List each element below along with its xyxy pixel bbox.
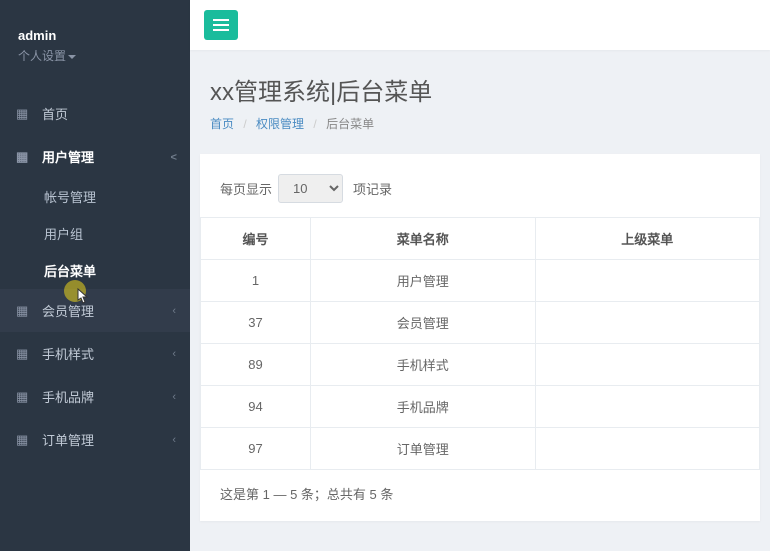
grid-icon: ▦	[16, 106, 32, 122]
topbar	[190, 0, 770, 50]
grid-icon: ▦	[16, 432, 32, 448]
table-info: 这是第 1 — 5 条；总共有 5 条	[200, 470, 760, 503]
sidebar-item-phone-style[interactable]: ▦ 手机样式 ‹	[0, 332, 190, 375]
cell-id: 97	[201, 428, 311, 470]
breadcrumb-sep: /	[243, 117, 246, 131]
sidebar-item-user-mgmt[interactable]: ▦ 用户管理 ˅	[0, 135, 190, 178]
page-length-select[interactable]: 10	[278, 174, 343, 203]
sidebar-item-label: 首页	[42, 104, 68, 123]
table-row[interactable]: 89手机样式	[201, 344, 760, 386]
hamburger-icon	[213, 24, 229, 26]
col-name[interactable]: 菜单名称	[311, 218, 536, 260]
chevron-left-icon: ‹	[172, 391, 176, 403]
chevron-down-icon: ˅	[167, 153, 179, 159]
breadcrumb-sep: /	[313, 117, 316, 131]
chevron-left-icon: ‹	[172, 348, 176, 360]
sidebar-item-label: 订单管理	[42, 430, 94, 449]
user-block: admin 个人设置	[0, 0, 190, 74]
grid-icon: ▦	[16, 346, 32, 362]
cell-id: 1	[201, 260, 311, 302]
cell-id: 94	[201, 386, 311, 428]
chevron-left-icon: ‹	[172, 434, 176, 446]
breadcrumb-perm[interactable]: 权限管理	[256, 117, 304, 131]
table-row[interactable]: 37会员管理	[201, 302, 760, 344]
username: admin	[18, 28, 172, 43]
chevron-left-icon: ‹	[172, 305, 176, 317]
page-header: xx管理系统|后台菜单 首页 / 权限管理 / 后台菜单	[190, 50, 770, 142]
hamburger-toggle-button[interactable]	[204, 10, 238, 40]
cell-parent	[535, 302, 760, 344]
sidebar-item-label: 手机品牌	[42, 387, 94, 406]
sidebar-item-label: 用户管理	[42, 147, 94, 166]
personal-settings-dropdown[interactable]: 个人设置	[18, 47, 172, 64]
sidebar-item-label: 会员管理	[42, 301, 94, 320]
cell-parent	[535, 428, 760, 470]
cell-name: 会员管理	[311, 302, 536, 344]
sidebar-sub-usergroup[interactable]: 用户组	[0, 215, 190, 252]
length-control: 每页显示 10 项记录	[200, 174, 760, 217]
sidebar-item-phone-brand[interactable]: ▦ 手机品牌 ‹	[0, 375, 190, 418]
settings-label: 个人设置	[18, 49, 66, 63]
col-parent[interactable]: 上级菜单	[535, 218, 760, 260]
nav: ▦ 首页 ▦ 用户管理 ˅ 帐号管理 用户组 后台菜单 ▦ 会员管理 ‹ ▦ 手…	[0, 92, 190, 461]
cell-id: 89	[201, 344, 311, 386]
breadcrumb: 首页 / 权限管理 / 后台菜单	[210, 115, 750, 132]
length-after-label: 项记录	[353, 179, 392, 198]
data-panel: 每页显示 10 项记录 编号 菜单名称 上级菜单 1用户管理37会员管理89手机…	[200, 154, 760, 521]
page-title: xx管理系统|后台菜单	[210, 72, 750, 107]
cell-name: 用户管理	[311, 260, 536, 302]
length-before-label: 每页显示	[220, 179, 272, 198]
sidebar-item-label: 手机样式	[42, 344, 94, 363]
sidebar-item-member-mgmt[interactable]: ▦ 会员管理 ‹	[0, 289, 190, 332]
sub-label: 帐号管理	[44, 190, 96, 205]
sub-label: 用户组	[44, 227, 83, 242]
table-row[interactable]: 94手机品牌	[201, 386, 760, 428]
main: xx管理系统|后台菜单 首页 / 权限管理 / 后台菜单 每页显示 10 项记录…	[190, 0, 770, 551]
grid-icon: ▦	[16, 149, 32, 165]
cell-parent	[535, 344, 760, 386]
grid-icon: ▦	[16, 303, 32, 319]
breadcrumb-home[interactable]: 首页	[210, 117, 234, 131]
sidebar: admin 个人设置 ▦ 首页 ▦ 用户管理 ˅ 帐号管理 用户组 后台菜单 ▦…	[0, 0, 190, 551]
sidebar-sub-backend-menu[interactable]: 后台菜单	[0, 252, 190, 289]
sub-label: 后台菜单	[44, 264, 96, 279]
cell-id: 37	[201, 302, 311, 344]
table-header-row: 编号 菜单名称 上级菜单	[201, 218, 760, 260]
grid-icon: ▦	[16, 389, 32, 405]
sidebar-sub-account[interactable]: 帐号管理	[0, 178, 190, 215]
sidebar-item-order-mgmt[interactable]: ▦ 订单管理 ‹	[0, 418, 190, 461]
caret-down-icon	[68, 55, 76, 59]
sidebar-item-home[interactable]: ▦ 首页	[0, 92, 190, 135]
cell-name: 订单管理	[311, 428, 536, 470]
cell-parent	[535, 260, 760, 302]
table-row[interactable]: 1用户管理	[201, 260, 760, 302]
col-id[interactable]: 编号	[201, 218, 311, 260]
cell-name: 手机品牌	[311, 386, 536, 428]
breadcrumb-current: 后台菜单	[326, 117, 374, 131]
cell-parent	[535, 386, 760, 428]
sidebar-submenu-user: 帐号管理 用户组 后台菜单	[0, 178, 190, 289]
menu-table: 编号 菜单名称 上级菜单 1用户管理37会员管理89手机样式94手机品牌97订单…	[200, 217, 760, 470]
cell-name: 手机样式	[311, 344, 536, 386]
table-row[interactable]: 97订单管理	[201, 428, 760, 470]
